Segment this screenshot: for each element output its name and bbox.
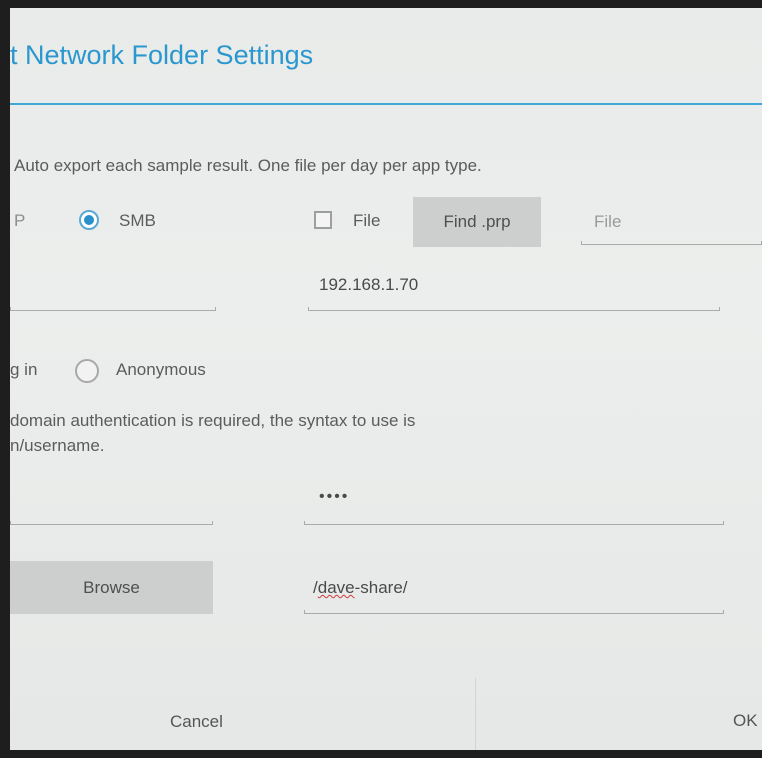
file-name-input-underline	[581, 241, 762, 245]
title-divider	[10, 103, 762, 105]
network-folder-settings-dialog: t Network Folder Settings Auto export ea…	[10, 8, 762, 750]
server-name-input-underline[interactable]	[10, 307, 216, 311]
file-checkbox-label[interactable]: File	[353, 211, 380, 231]
share-path-input-underline	[304, 610, 724, 614]
share-path-input[interactable]: /dave-share/	[313, 578, 408, 598]
username-input-underline[interactable]	[10, 521, 213, 525]
password-input[interactable]: ••••	[319, 488, 349, 506]
file-name-input[interactable]: File	[594, 212, 621, 232]
browse-button[interactable]: Browse	[10, 561, 213, 614]
domain-hint-line-2: n/username.	[10, 436, 105, 455]
share-path-suffix: -share/	[354, 578, 408, 597]
smb-radio-label[interactable]: SMB	[119, 211, 156, 231]
ip-address-input[interactable]: 192.168.1.70	[319, 275, 418, 295]
smb-radio-button[interactable]	[79, 210, 99, 230]
ip-address-input-underline	[308, 307, 720, 311]
dialog-title: t Network Folder Settings	[10, 40, 314, 70]
cancel-button[interactable]: Cancel	[170, 712, 223, 732]
domain-hint-line-1: domain authentication is required, the s…	[10, 411, 416, 430]
export-description: Auto export each sample result. One file…	[14, 156, 482, 175]
file-checkbox[interactable]	[314, 211, 332, 229]
share-path-misspelled-word: dave	[317, 578, 355, 597]
footer-divider	[475, 678, 476, 750]
ok-button[interactable]: OK	[733, 711, 758, 731]
anonymous-radio-label[interactable]: Anonymous	[116, 360, 206, 380]
login-radio-label[interactable]: g in	[10, 360, 37, 380]
password-input-underline	[304, 521, 724, 525]
find-prp-button[interactable]: Find .prp	[413, 197, 541, 247]
ftp-radio-label[interactable]: P	[14, 211, 25, 231]
anonymous-radio-button[interactable]	[75, 359, 99, 383]
